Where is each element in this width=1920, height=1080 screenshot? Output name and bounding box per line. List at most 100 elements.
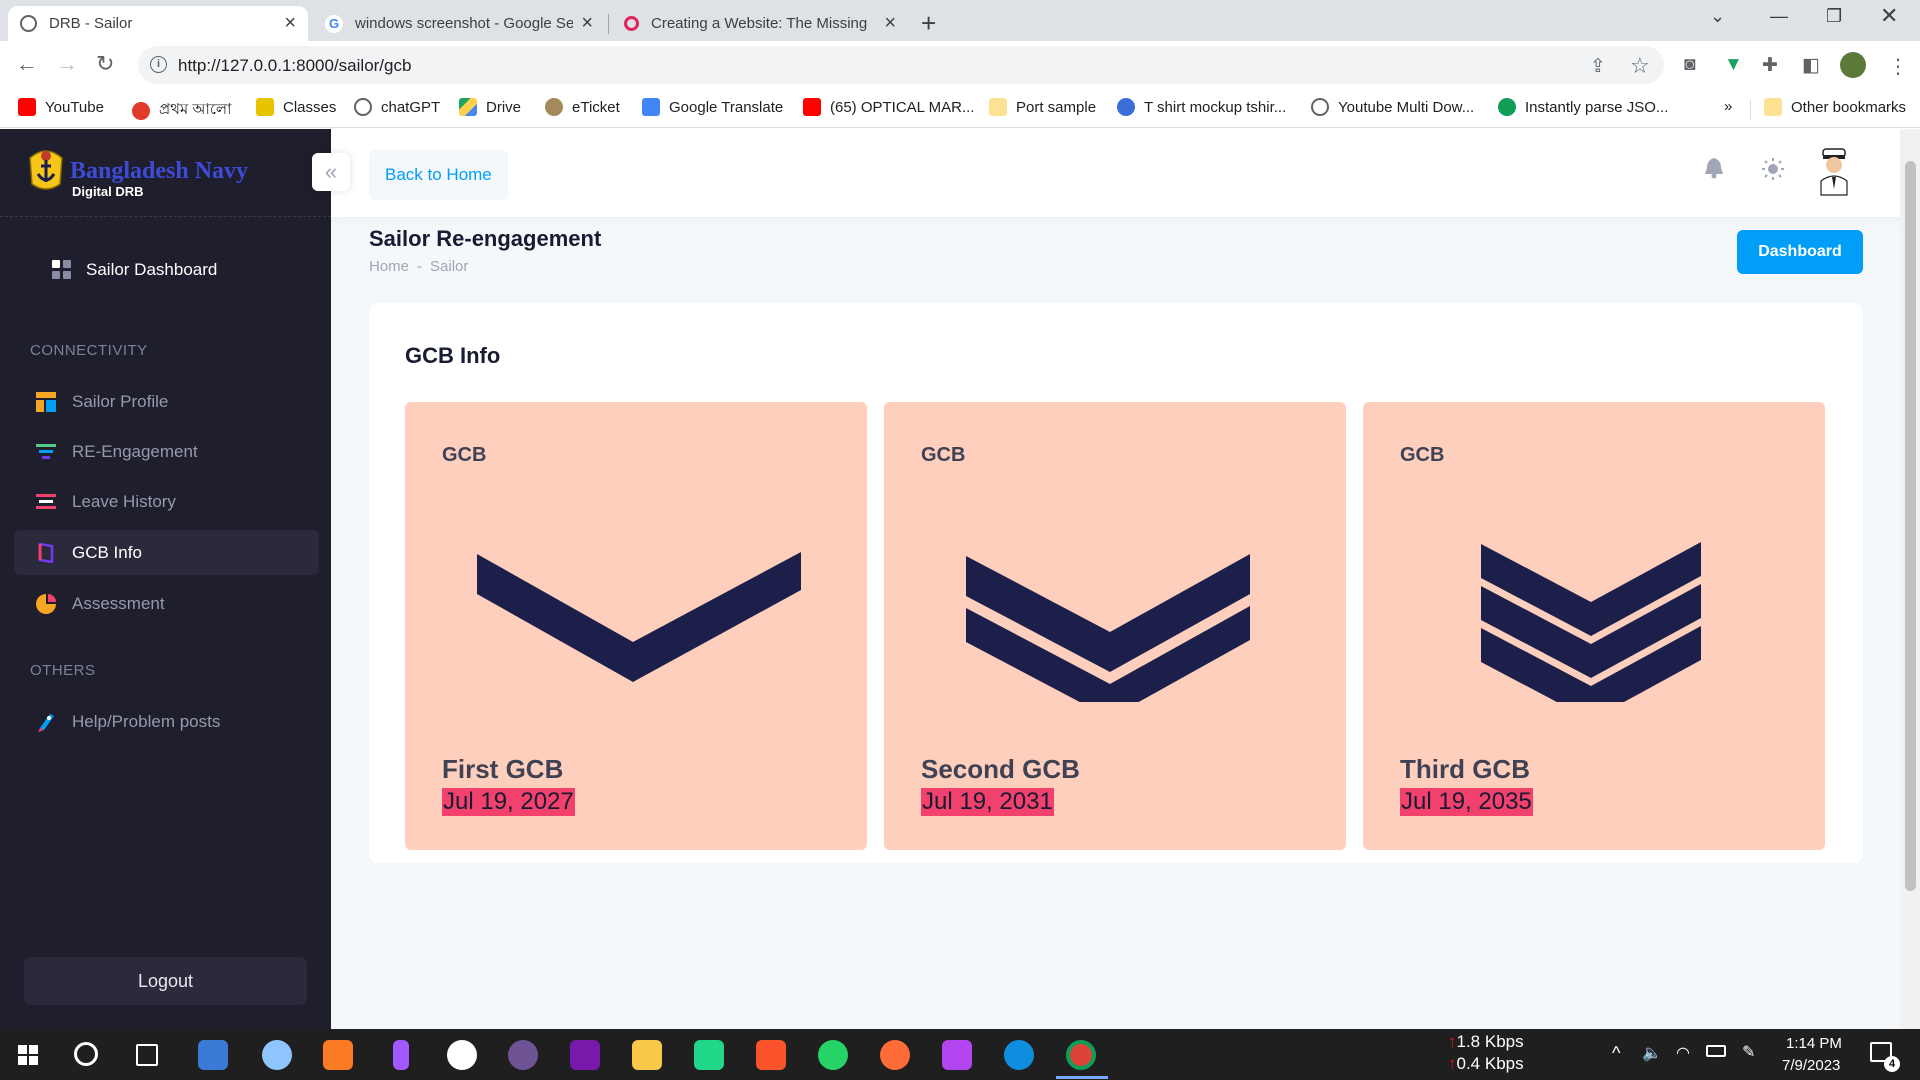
app-header: « Back to Home bbox=[312, 129, 1920, 217]
bookmark-youtube-multi-dow[interactable]: Youtube Multi Dow... bbox=[1311, 98, 1474, 116]
github-icon[interactable] bbox=[508, 1040, 538, 1070]
rocket-icon bbox=[38, 713, 54, 732]
bookmark-google-translate[interactable]: Google Translate bbox=[642, 98, 783, 116]
postman-icon[interactable] bbox=[880, 1040, 910, 1070]
tab-title: DRB - Sailor bbox=[49, 15, 133, 32]
gcb-name: First GCB bbox=[442, 754, 564, 784]
gcb-label: GCB bbox=[921, 444, 966, 466]
bookmark-youtube[interactable]: YouTube bbox=[18, 98, 104, 116]
profile-avatar-icon[interactable] bbox=[1840, 52, 1866, 78]
brave-icon[interactable] bbox=[756, 1040, 786, 1070]
drive-icon bbox=[459, 98, 477, 116]
pycharm-icon[interactable] bbox=[694, 1040, 724, 1070]
camera-icon[interactable]: ◙ bbox=[1684, 54, 1695, 76]
share-icon[interactable]: ⇪ bbox=[1590, 55, 1606, 78]
close-window-button[interactable]: ✕ bbox=[1880, 3, 1898, 29]
address-bar[interactable]: i http://127.0.0.1:8000/sailor/gcb ⇪ ☆ bbox=[138, 46, 1664, 84]
url-text[interactable]: http://127.0.0.1:8000/sailor/gcb bbox=[178, 56, 411, 76]
logout-button[interactable]: Logout bbox=[24, 957, 307, 1005]
battery-icon[interactable] bbox=[1706, 1045, 1726, 1057]
sidebar-item-dashboard[interactable]: Sailor Dashboard bbox=[52, 260, 217, 280]
bookmark-prothom-alo[interactable]: প্রথম আলো bbox=[132, 98, 231, 123]
page-scrollbar[interactable] bbox=[1900, 129, 1920, 1029]
wifi-icon[interactable]: ◠ bbox=[1676, 1043, 1690, 1063]
breadcrumb-home[interactable]: Home bbox=[369, 258, 409, 275]
edge-icon[interactable] bbox=[1004, 1040, 1034, 1070]
section-heading-connectivity: CONNECTIVITY bbox=[30, 342, 148, 359]
tab-drb-sailor[interactable]: DRB - Sailor × bbox=[8, 6, 308, 41]
tab-google-search[interactable]: G windows screenshot - Google Se × bbox=[313, 6, 605, 41]
bookmark-label: Google Translate bbox=[669, 98, 784, 116]
search-icon[interactable] bbox=[74, 1042, 98, 1066]
clock-date[interactable]: 7/9/2023 bbox=[1782, 1057, 1840, 1074]
tab-search-chevron-icon[interactable]: ⌄ bbox=[1710, 6, 1725, 27]
prothom-alo-icon bbox=[132, 101, 150, 120]
tray-chevron-icon[interactable]: ^ bbox=[1612, 1043, 1620, 1064]
onenote-icon[interactable] bbox=[570, 1040, 600, 1070]
sun-icon[interactable] bbox=[1761, 157, 1785, 181]
dashboard-button[interactable]: Dashboard bbox=[1737, 230, 1863, 274]
chrome-icon[interactable] bbox=[1066, 1040, 1096, 1070]
bookmarks-overflow[interactable]: » bbox=[1724, 98, 1732, 115]
info-icon[interactable]: i bbox=[150, 56, 167, 73]
sidebar-item-gcb-info[interactable]: GCB Info bbox=[14, 530, 319, 575]
bookmark-eticket[interactable]: eTicket bbox=[545, 98, 620, 116]
layers-icon bbox=[36, 443, 56, 459]
app-icon-2[interactable] bbox=[262, 1040, 292, 1070]
bookmark-optical-mar[interactable]: (65) OPTICAL MAR... bbox=[803, 98, 974, 116]
tab-title: Creating a Website: The Missing bbox=[651, 15, 868, 32]
reload-icon[interactable]: ↻ bbox=[96, 51, 114, 77]
bookmark-tshirt-mockup[interactable]: T shirt mockup tshir... bbox=[1117, 98, 1286, 116]
back-arrow-icon[interactable]: ← bbox=[16, 51, 38, 77]
back-to-home-button[interactable]: Back to Home bbox=[369, 150, 508, 200]
close-icon[interactable]: × bbox=[884, 12, 896, 35]
sidebar-item-leave-history[interactable]: Leave History bbox=[14, 479, 319, 524]
star-icon[interactable]: ☆ bbox=[1630, 53, 1650, 79]
sidepanel-icon[interactable]: ◧ bbox=[1802, 54, 1820, 77]
breadcrumb-sailor: Sailor bbox=[430, 258, 469, 275]
scrollbar-thumb[interactable] bbox=[1905, 161, 1916, 891]
bookmark-label: eTicket bbox=[572, 98, 620, 116]
overflow-chevron-icon: » bbox=[1724, 98, 1733, 115]
bookmark-other[interactable]: Other bookmarks bbox=[1764, 98, 1906, 116]
bell-icon[interactable] bbox=[1704, 157, 1724, 179]
bookmark-drive[interactable]: Drive bbox=[459, 98, 521, 116]
sidebar-item-assessment[interactable]: Assessment bbox=[14, 581, 319, 626]
bookmark-classes[interactable]: Classes bbox=[256, 98, 336, 116]
figma-icon[interactable] bbox=[393, 1040, 409, 1070]
bookmark-chatgpt[interactable]: chatGPT bbox=[354, 98, 440, 116]
clock-time[interactable]: 1:14 PM bbox=[1786, 1035, 1842, 1052]
close-icon[interactable]: × bbox=[581, 12, 593, 35]
minimize-button[interactable]: — bbox=[1770, 6, 1788, 27]
tab-title: windows screenshot - Google Se bbox=[355, 15, 574, 32]
sidebar-item-help-problem-posts[interactable]: Help/Problem posts bbox=[14, 699, 319, 744]
app-icon-3[interactable] bbox=[447, 1040, 477, 1070]
windows-start-icon[interactable] bbox=[18, 1045, 38, 1065]
forward-arrow-icon[interactable]: → bbox=[56, 51, 78, 77]
new-tab-button[interactable]: + bbox=[921, 8, 936, 39]
extensions-icon[interactable]: ✚ bbox=[1762, 54, 1778, 77]
sidebar-item-re-engagement[interactable]: RE-Engagement bbox=[14, 429, 319, 474]
bookmark-instantly-parse-json[interactable]: Instantly parse JSO... bbox=[1498, 98, 1668, 116]
bookmark-port-sample[interactable]: Port sample bbox=[989, 98, 1096, 116]
kebab-menu-icon[interactable]: ⋮ bbox=[1888, 54, 1908, 79]
file-explorer-icon[interactable] bbox=[632, 1040, 662, 1070]
xampp-icon[interactable] bbox=[323, 1040, 353, 1070]
browser-tabstrip: DRB - Sailor × G windows screenshot - Go… bbox=[0, 0, 1920, 41]
sidebar-item-sailor-profile[interactable]: Sailor Profile bbox=[14, 379, 319, 424]
gcb-card-second: GCB Second GCB Jul 19, 2031 bbox=[884, 402, 1346, 850]
maximize-button[interactable]: ❐ bbox=[1826, 6, 1842, 27]
app-icon-1[interactable] bbox=[198, 1040, 228, 1070]
close-icon[interactable]: × bbox=[284, 12, 296, 35]
volume-icon[interactable]: 🔈 bbox=[1642, 1043, 1662, 1063]
whatsapp-icon[interactable] bbox=[818, 1040, 848, 1070]
pen-icon[interactable]: ✎ bbox=[1742, 1042, 1755, 1062]
sidebar-collapse-button[interactable]: « bbox=[312, 153, 350, 191]
vue-extension-icon[interactable]: ▼ bbox=[1724, 54, 1743, 76]
user-avatar[interactable] bbox=[1815, 147, 1853, 197]
phpstorm-icon[interactable] bbox=[942, 1040, 972, 1070]
tab-separator bbox=[608, 14, 609, 34]
task-view-icon[interactable] bbox=[136, 1044, 158, 1066]
logo[interactable]: Bangladesh Navy Digital DRB bbox=[0, 129, 331, 217]
tab-creating-website[interactable]: Creating a Website: The Missing × bbox=[612, 6, 908, 41]
